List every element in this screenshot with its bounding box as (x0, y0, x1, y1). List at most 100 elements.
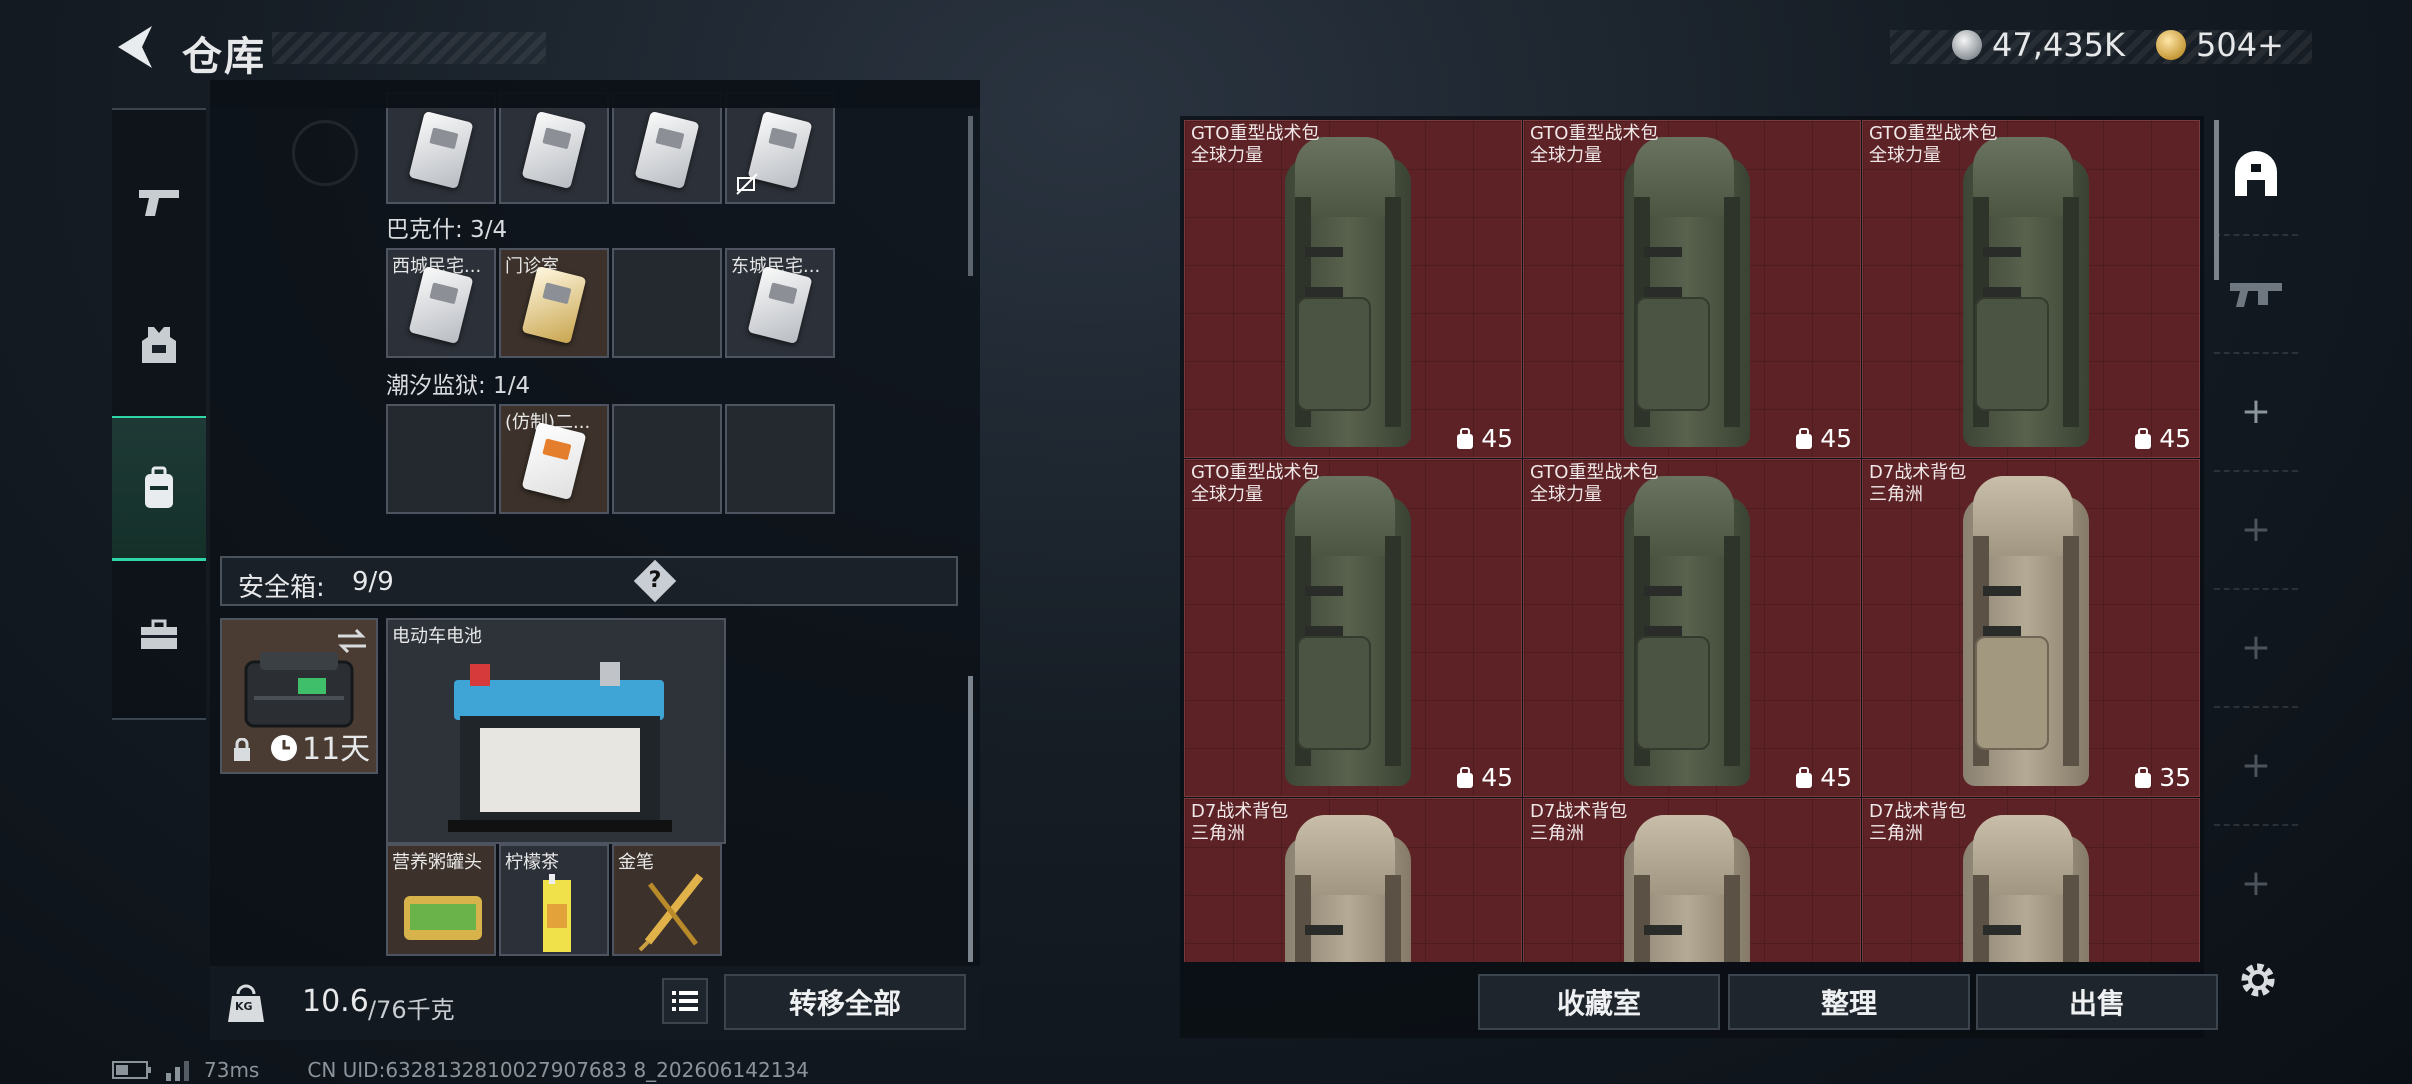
swap-icon[interactable] (336, 628, 368, 654)
backpack-icon (1285, 815, 1411, 962)
add-storage-tab[interactable]: + (2214, 470, 2298, 590)
safe-case-slot[interactable]: 11天 (220, 618, 378, 774)
plus-icon: + (2240, 744, 2272, 786)
backpack-icon (1285, 137, 1411, 449)
nav-weapons[interactable] (112, 166, 206, 236)
currency-primary: 47,435K (1952, 26, 2125, 64)
backpack-brand: 三角洲 (1530, 823, 1584, 844)
backpack-title: GTO重型战术包 (1530, 123, 1659, 144)
radar-decoration (292, 120, 358, 186)
safe-case-icon (244, 652, 354, 728)
backpack-name: D7战术背包 三角洲 (1869, 801, 1966, 845)
cell-label: 营养粥罐头 (392, 852, 482, 873)
currency-primary-value: 47,435K (1992, 26, 2125, 64)
pistol-icon (139, 190, 179, 216)
backpack-title: D7战术背包 (1869, 801, 1967, 822)
empty-cell[interactable] (612, 404, 722, 514)
item-cell-lemon-tea[interactable]: 柠檬茶 (499, 844, 609, 956)
capacity-bag-icon (2135, 427, 2152, 449)
toolbox-icon (141, 619, 177, 649)
backpack-capacity: 45 (1455, 763, 1513, 792)
backpack-slot[interactable]: GTO重型战术包 全球力量 45 (1184, 120, 1522, 458)
backpack-icon (1285, 476, 1411, 788)
backpack-name: GTO重型战术包 全球力量 (1191, 123, 1319, 167)
warehouse-icon (2235, 151, 2277, 196)
lock-icon (234, 738, 250, 761)
inventory-cell[interactable] (725, 92, 835, 204)
capacity-bag-icon (2135, 766, 2152, 788)
plus-icon: + (2240, 508, 2272, 550)
capacity-bag-icon (1796, 766, 1813, 788)
tab-warehouse[interactable] (2214, 116, 2298, 236)
backpack-slot[interactable]: D7战术背包 三角洲 (1862, 798, 2200, 962)
capacity-value: 35 (2159, 763, 2191, 792)
tab-weapon-storage[interactable] (2214, 234, 2298, 354)
backpack-icon (1624, 815, 1750, 962)
add-storage-tab[interactable]: + (2214, 352, 2298, 472)
backpack-slot[interactable]: GTO重型战术包 全球力量 45 (1862, 120, 2200, 458)
inventory-cell[interactable] (386, 92, 496, 204)
inventory-cell[interactable] (499, 92, 609, 204)
backpack-icon (145, 466, 173, 508)
backpack-title: D7战术背包 (1869, 462, 1967, 483)
safe-box-label: 安全箱: (238, 573, 325, 603)
organize-button[interactable]: 整理 (1728, 974, 1970, 1030)
collection-room-button[interactable]: 收藏室 (1478, 974, 1720, 1030)
add-storage-tab[interactable]: + (2214, 588, 2298, 708)
backpack-slot[interactable]: GTO重型战术包 全球力量 45 (1184, 459, 1522, 797)
rifle-icon (2230, 283, 2282, 307)
keycard-cell[interactable]: 东城民宅... (725, 248, 835, 358)
silver-coin-icon (1952, 30, 1982, 60)
drink-carton-icon (543, 874, 571, 952)
backpack-name: GTO重型战术包 全球力量 (1869, 123, 1997, 167)
uid-text: CN UID:6328132810027907683 8_20260614213… (307, 1058, 809, 1082)
currency-secondary[interactable]: 504+ (2156, 26, 2284, 64)
capacity-value: 45 (1481, 763, 1513, 792)
backpack-capacity: 45 (1794, 424, 1852, 453)
storage-scrollbar-track[interactable] (968, 116, 973, 276)
backpack-slot[interactable]: GTO重型战术包 全球力量 45 (1523, 120, 1861, 458)
empty-cell[interactable] (725, 404, 835, 514)
cell-label: 电动车电池 (392, 626, 482, 647)
back-arrow-icon[interactable] (112, 22, 156, 72)
add-storage-tab[interactable]: + (2214, 824, 2298, 942)
list-view-button[interactable] (662, 978, 708, 1024)
category-nav (112, 108, 206, 720)
armor-vest-icon (142, 327, 176, 363)
storage-tabs-rail: + + + + + (2214, 116, 2298, 966)
settings-button[interactable] (2236, 958, 2280, 1006)
backpack-icon (1963, 137, 2089, 449)
add-storage-tab[interactable]: + (2214, 706, 2298, 826)
backpack-slot[interactable]: GTO重型战术包 全球力量 45 (1523, 459, 1861, 797)
storage-bottom-bar: KG 10.6 /76千克 转移全部 (210, 966, 980, 1040)
backpack-slot[interactable]: D7战术背包 三角洲 35 (1862, 459, 2200, 797)
item-cell-gold-pen[interactable]: 金笔 (612, 844, 722, 956)
item-cell-canned-porridge[interactable]: 营养粥罐头 (386, 844, 496, 956)
backpack-capacity: 45 (1455, 424, 1513, 453)
status-footer: 73ms CN UID:6328132810027907683 8_202606… (112, 1058, 809, 1082)
empty-cell[interactable] (386, 404, 496, 514)
keycard-cell[interactable]: 西城民宅... (386, 248, 496, 358)
capacity-bag-icon (1457, 766, 1474, 788)
storage-scrollbar-thumb[interactable] (968, 676, 973, 962)
nav-tools[interactable] (112, 600, 206, 670)
inventory-cell[interactable] (612, 92, 722, 204)
backpack-brand: 全球力量 (1191, 484, 1263, 505)
nav-backpack[interactable] (112, 416, 206, 561)
backpack-slot[interactable]: D7战术背包 三角洲 (1523, 798, 1861, 962)
nav-armor[interactable] (112, 310, 206, 380)
backpack-slot[interactable]: D7战术背包 三角洲 (1184, 798, 1522, 962)
weight-badge: KG (235, 1000, 253, 1013)
backpack-name: D7战术背包 三角洲 (1869, 462, 1966, 506)
keycard-cell[interactable]: (仿制)二... (499, 404, 609, 514)
section-bakeshi: 巴克什: 3/4 (386, 217, 508, 243)
keycard-cell[interactable]: 门诊室 (499, 248, 609, 358)
empty-cell[interactable] (612, 248, 722, 358)
weight-current: 10.6 (302, 984, 369, 1019)
transfer-all-button[interactable]: 转移全部 (724, 974, 966, 1030)
backpack-brand: 全球力量 (1530, 145, 1602, 166)
sell-button[interactable]: 出售 (1976, 974, 2218, 1030)
weight-max: /76千克 (368, 996, 455, 1024)
battery-cell[interactable]: 电动车电池 (386, 618, 726, 844)
backpack-brand: 三角洲 (1191, 823, 1245, 844)
